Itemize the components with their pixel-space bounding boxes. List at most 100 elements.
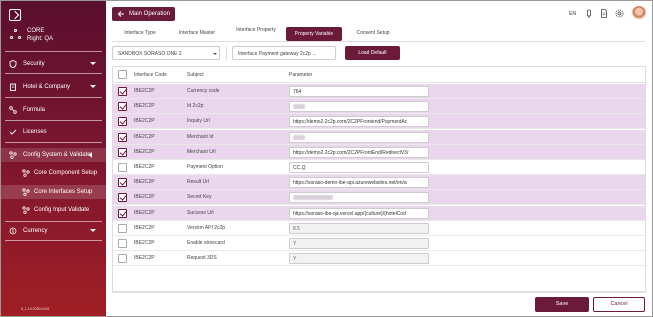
row-checkbox[interactable]	[118, 223, 127, 233]
sidebar-subitem-config-input[interactable]: Config Input Validate	[1, 203, 106, 217]
tab-interface-type[interactable]: Interface Type	[116, 31, 164, 45]
row-checkbox[interactable]	[118, 117, 127, 127]
table-row[interactable]: IBE2C2P Enable stroecard Y	[113, 236, 645, 251]
table-header: Interface Code Subject Parameter	[113, 67, 645, 83]
select-all-checkbox[interactable]	[118, 70, 127, 79]
sidebar-divider	[5, 51, 102, 52]
sidebar: CORE Right: QA Security Hotel & Company …	[1, 1, 106, 316]
table-row[interactable]: IBE2C2P Merchant Id	[113, 129, 645, 145]
cancel-button[interactable]: Cancel	[593, 297, 645, 312]
column-header-subject: Subject	[187, 72, 204, 78]
org-name: CORE Right: QA	[27, 27, 53, 43]
table-row[interactable]: IBE2C2P Request 3DS Y	[113, 251, 645, 267]
avatar[interactable]	[632, 6, 646, 20]
cell-interface-code: IBE2C2P	[134, 224, 155, 231]
sidebar-item-label: Licenses	[23, 129, 47, 135]
sidebar-item-formula[interactable]: Formula	[1, 103, 106, 117]
parameter-input[interactable]: https://demo2.2c2p.com/2C2PFrontEnd/Redi…	[289, 146, 429, 158]
tab-interface-property[interactable]: Interface Property	[236, 28, 276, 42]
table-row[interactable]: IBE2C2P Merchant Url https://demo2.2c2p.co…	[113, 144, 645, 160]
tab-interface-master[interactable]: Interface Master	[170, 31, 224, 45]
save-button[interactable]: Save	[535, 297, 589, 312]
sidebar-divider	[5, 240, 102, 241]
parameter-input[interactable]	[289, 131, 429, 143]
tab-property-variable[interactable]: Property Variable	[286, 27, 342, 41]
filter-divider	[226, 46, 227, 60]
hotel-select[interactable]: SANDBOX SORASO ONE 2	[112, 46, 220, 60]
currency-icon	[9, 227, 17, 235]
table-row[interactable]: IBE2C2P Currency code 764	[113, 84, 645, 99]
notification-icon[interactable]	[585, 9, 593, 18]
parameter-input[interactable]: CC,Q	[289, 162, 429, 173]
parameter-input[interactable]: https://soraso-demo-ibe-api.azurewebsite…	[289, 177, 429, 189]
chevron-down-icon	[90, 62, 96, 65]
main-operation-button[interactable]: Main Operation	[112, 7, 175, 21]
cell-interface-code: IBE2C2P	[134, 148, 155, 155]
row-checkbox[interactable]	[118, 132, 127, 142]
sidebar-item-label: Formula	[23, 107, 46, 113]
sidebar-item-hotel-company[interactable]: Hotel & Company	[1, 80, 106, 94]
back-logo-icon[interactable]	[9, 9, 21, 21]
parameter-input[interactable]: Y	[289, 253, 429, 265]
sidebar-item-currency[interactable]: Currency	[1, 224, 106, 238]
license-icon	[9, 128, 17, 136]
org-line2: Right: QA	[27, 36, 54, 42]
table-row[interactable]: IBE2C2P Success Url https://soraso-ibe-qa.…	[113, 205, 645, 221]
parameter-input[interactable]: Y	[289, 238, 429, 249]
sidebar-subitem-core-component[interactable]: Core Component Setup	[1, 166, 106, 180]
parameter-input[interactable]: 764	[289, 86, 429, 97]
tab-consent-setup[interactable]: Consent Setup	[348, 31, 398, 45]
column-header-interface-code: Interface Code	[134, 72, 167, 78]
interface-select[interactable]: Interface Payment gateway 2c2p ...	[232, 46, 336, 60]
parameter-input[interactable]: 8.5	[289, 222, 429, 234]
parameter-input[interactable]	[289, 192, 429, 204]
interface-icon	[22, 188, 30, 196]
sidebar-divider	[5, 142, 102, 143]
sidebar-item-label: Security	[23, 61, 45, 67]
parameter-input[interactable]: https://soraso-ibe-qa.vercel.app/{cultur…	[289, 207, 429, 219]
property-variable-table: Interface Code Subject Parameter IBE2C2P…	[112, 66, 646, 292]
row-checkbox[interactable]	[118, 147, 127, 157]
sidebar-subitem-label: Config Input Validate	[34, 207, 90, 213]
sidebar-subitem-core-interfaces[interactable]: Core Interfaces Setup	[1, 185, 106, 199]
cell-interface-code: IBE2C2P	[134, 118, 155, 125]
row-checkbox[interactable]	[118, 87, 127, 96]
validate-icon	[22, 206, 30, 214]
row-checkbox[interactable]	[118, 193, 127, 203]
sidebar-item-licenses[interactable]: Licenses	[1, 125, 106, 139]
parameter-input[interactable]	[289, 101, 429, 113]
cell-interface-code: IBE2C2P	[134, 133, 155, 140]
row-checkbox[interactable]	[118, 239, 127, 248]
row-checkbox[interactable]	[118, 254, 127, 264]
main-operation-label: Main Operation	[129, 11, 171, 17]
sidebar-subitem-label: Core Component Setup	[34, 170, 98, 176]
row-checkbox[interactable]	[118, 178, 127, 188]
parameter-input[interactable]: https://demo2.2c2p.com/2C2PFrontend/Paym…	[289, 116, 429, 128]
sidebar-item-security[interactable]: Security	[1, 57, 106, 71]
chevron-left-icon	[89, 152, 92, 158]
load-default-button[interactable]: Load Default	[345, 46, 400, 60]
table-row[interactable]: IBE2C2P Id 2c2p	[113, 99, 645, 115]
cell-interface-code: IBE2C2P	[134, 164, 155, 170]
table-row[interactable]: IBE2C2P Result Url https://soraso-demo-ibe…	[113, 175, 645, 191]
cell-interface-code: IBE2C2P	[134, 209, 155, 216]
arrow-left-icon	[117, 10, 125, 18]
table-row[interactable]: IBE2C2P Secret Key	[113, 190, 645, 206]
row-checkbox[interactable]	[118, 208, 127, 218]
sidebar-divider	[5, 97, 102, 98]
row-checkbox[interactable]	[118, 102, 127, 112]
table-row[interactable]: IBE2C2P Payment Option CC,Q	[113, 160, 645, 175]
document-icon[interactable]	[600, 9, 608, 18]
language-selector[interactable]: EN	[569, 11, 576, 17]
table-row[interactable]: IBE2C2P Inquiry Url https://demo2.2c2p.com…	[113, 114, 645, 130]
cell-subject: Currency code	[187, 88, 220, 94]
gear-icon[interactable]	[615, 9, 624, 18]
building-icon	[9, 83, 17, 91]
table-row[interactable]: IBE2C2P Version API 2c2p 8.5	[113, 221, 645, 236]
chevron-down-icon	[90, 85, 96, 88]
sidebar-divider	[5, 120, 102, 121]
sidebar-item-config-system[interactable]: Config System & Validate	[1, 148, 106, 162]
column-header-parameter: Parameter	[289, 72, 313, 78]
row-checkbox[interactable]	[118, 163, 127, 172]
cell-interface-code: IBE2C2P	[134, 88, 155, 94]
